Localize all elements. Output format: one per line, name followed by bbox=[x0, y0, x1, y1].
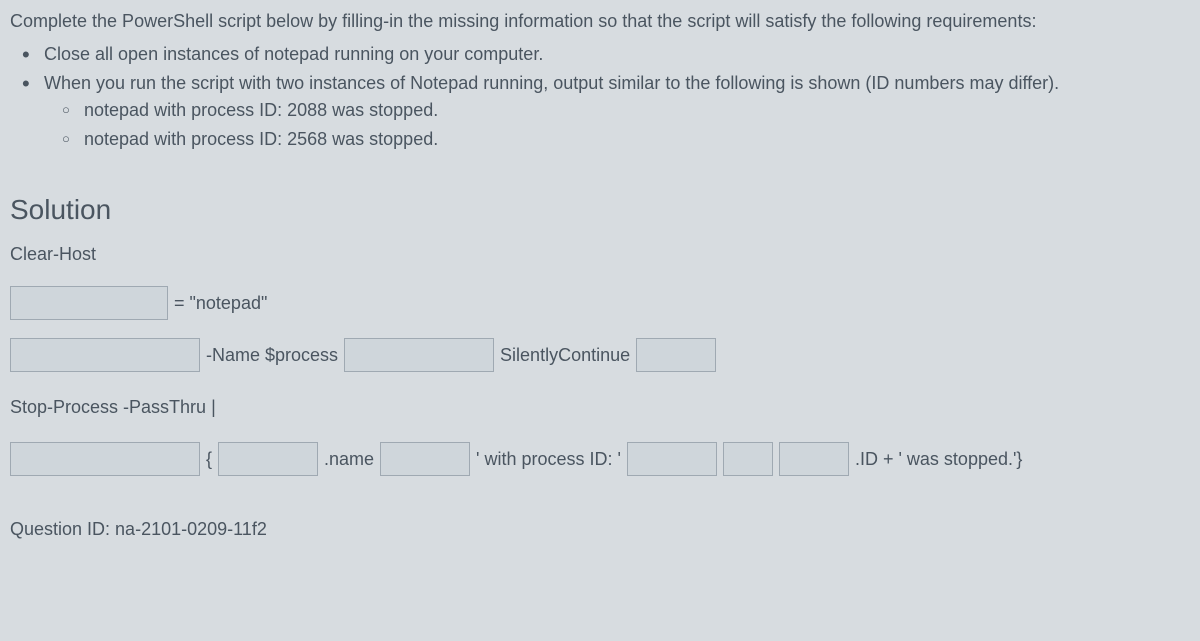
clear-host-line: Clear-Host bbox=[10, 241, 1190, 268]
blank-input[interactable] bbox=[723, 442, 773, 476]
code-fragment: { bbox=[206, 442, 212, 476]
blank-input[interactable] bbox=[344, 338, 494, 372]
solution-heading: Solution bbox=[10, 189, 1190, 231]
code-fragment: SilentlyContinue bbox=[500, 338, 630, 372]
code-fragment: .name bbox=[324, 442, 374, 476]
blank-input[interactable] bbox=[380, 442, 470, 476]
script-line-2: -Name $process SilentlyContinue bbox=[10, 338, 1190, 372]
blank-input[interactable] bbox=[10, 338, 200, 372]
blank-input[interactable] bbox=[627, 442, 717, 476]
code-fragment: -Name $process bbox=[206, 338, 338, 372]
script-line-1: = "notepad" bbox=[10, 286, 1190, 320]
sub-requirement-item: notepad with process ID: 2568 was stoppe… bbox=[66, 126, 1190, 153]
script-line-4: { .name ' with process ID: ' .ID + ' was… bbox=[10, 442, 1190, 476]
blank-input[interactable] bbox=[218, 442, 318, 476]
blank-input[interactable] bbox=[10, 286, 168, 320]
blank-input[interactable] bbox=[10, 442, 200, 476]
sub-requirements-list: notepad with process ID: 2088 was stoppe… bbox=[44, 97, 1190, 153]
code-fragment: Stop-Process -PassThru | bbox=[10, 390, 216, 424]
script-line-3: Stop-Process -PassThru | bbox=[10, 390, 1190, 424]
requirement-item: Close all open instances of notepad runn… bbox=[28, 41, 1190, 68]
blank-input[interactable] bbox=[779, 442, 849, 476]
intro-text: Complete the PowerShell script below by … bbox=[10, 8, 1190, 35]
question-id: Question ID: na-2101-0209-11f2 bbox=[10, 516, 1190, 543]
code-fragment: ' with process ID: ' bbox=[476, 442, 621, 476]
code-fragment: .ID + ' was stopped.'} bbox=[855, 442, 1022, 476]
requirement-text: When you run the script with two instanc… bbox=[44, 73, 1059, 93]
code-fragment: = "notepad" bbox=[174, 286, 267, 320]
blank-input[interactable] bbox=[636, 338, 716, 372]
requirements-list: Close all open instances of notepad runn… bbox=[10, 41, 1190, 153]
sub-requirement-item: notepad with process ID: 2088 was stoppe… bbox=[66, 97, 1190, 124]
requirement-item: When you run the script with two instanc… bbox=[28, 70, 1190, 153]
